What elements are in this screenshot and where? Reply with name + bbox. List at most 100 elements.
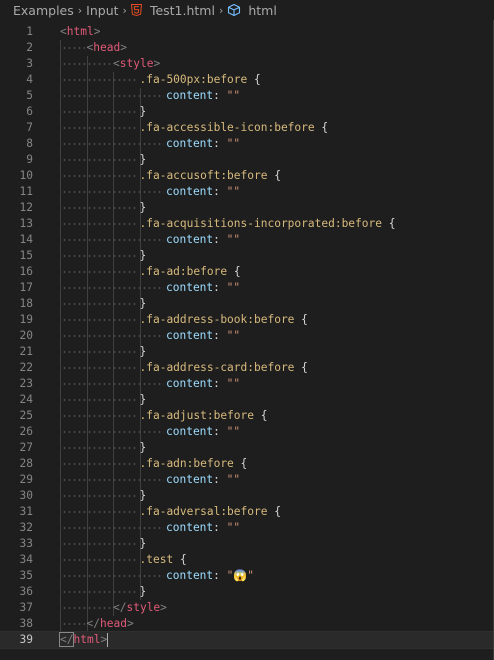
breadcrumb-item-input[interactable]: Input [86,3,118,18]
breadcrumb-item-examples[interactable]: Examples [13,3,74,18]
code-line[interactable]: 18} [0,296,494,312]
whitespace-dots [62,559,138,561]
token-brace: } [139,153,147,166]
token-brace: } [139,585,147,598]
whitespace-dots [62,47,85,49]
code-line[interactable]: 8 content: "" [0,136,494,152]
token-sel: .fa-acquisitions-incorporated:before [139,217,382,230]
token-brace: } [139,345,147,358]
code-text: </style> [113,600,167,616]
code-line[interactable]: 19 .fa-address-book:before { [0,312,494,328]
whitespace-dots [62,111,138,113]
code-line[interactable]: 23 content: "" [0,376,494,392]
code-line[interactable]: 25 .fa-adjust:before { [0,408,494,424]
line-number: 26 [19,425,33,438]
code-line[interactable]: 5 content: "" [0,88,494,104]
line-number: 6 [26,105,33,118]
whitespace-dots [62,239,164,241]
whitespace-dots [62,63,111,65]
token-sel: .fa-address-book:before [139,313,295,326]
code-line[interactable]: 9} [0,152,494,168]
code-line[interactable]: 34 .test { [0,552,494,568]
code-line[interactable]: 33} [0,536,494,552]
code-editor[interactable]: 1 <html> 2 <head> 3 <style> 4 .fa-500px:before … [0,20,494,660]
token-prop: content [166,521,214,534]
token-punc: > [100,633,108,646]
token-plain: : [213,89,227,102]
code-line[interactable]: 6} [0,104,494,120]
code-line[interactable]: 32 content: "" [0,520,494,536]
code-line[interactable]: 27} [0,440,494,456]
code-text: content: "" [166,424,240,440]
whitespace-dots [62,527,164,529]
code-line[interactable]: 14 content: "" [0,232,494,248]
whitespace-dots [62,415,138,417]
token-plain: : [213,185,227,198]
code-line[interactable]: 11 content: "" [0,184,494,200]
token-brace: { [179,553,187,566]
token-sel: .fa-500px:before [139,73,248,86]
token-str: "" [226,329,241,342]
line-number: 14 [19,233,33,246]
line-number: 19 [19,313,33,326]
line-number: 36 [19,585,33,598]
code-text: content: "" [166,232,240,248]
breadcrumb-label-input: Input [86,2,119,18]
line-number: 34 [19,553,33,566]
code-line[interactable]: 30} [0,488,494,504]
code-line[interactable]: 39 </html> [0,631,494,649]
code-line[interactable]: 17 content: "" [0,280,494,296]
code-text: .fa-accessible-icon:before { [140,120,329,136]
code-line[interactable]: 10 .fa-accusoft:before { [0,168,494,184]
code-line[interactable]: 2 <head> [0,40,494,56]
code-text: content: "" [166,184,240,200]
code-line[interactable]: 3 <style> [0,56,494,72]
code-line[interactable]: 21} [0,344,494,360]
token-prop: content [166,137,214,150]
token-punc: > [126,617,134,630]
code-line[interactable]: 16 .fa-ad:before { [0,264,494,280]
token-brace: } [139,201,147,214]
line-number: 28 [19,457,33,470]
token-punc: < [60,25,67,38]
code-line[interactable]: 12} [0,200,494,216]
token-plain: : [213,425,227,438]
line-number: 4 [26,73,33,86]
breadcrumb-item-html-symbol[interactable]: html [227,3,277,18]
line-number: 33 [19,537,33,550]
line-number: 29 [19,473,33,486]
code-line[interactable]: 38 </head> [0,616,494,632]
code-line[interactable]: 26 content: "" [0,424,494,440]
token-sel: .fa-adjust:before [139,409,255,422]
code-line[interactable]: 29 content: "" [0,472,494,488]
breadcrumb-item-file[interactable]: Test1.html [130,3,215,18]
code-text: } [140,104,147,120]
code-line[interactable]: 24} [0,392,494,408]
line-number: 23 [19,377,33,390]
token-brace: } [139,249,147,262]
token-brace: { [240,457,248,470]
code-line[interactable]: 20 content: "" [0,328,494,344]
code-line[interactable]: 35 content: "😱" [0,568,494,584]
token-brace: { [260,409,268,422]
code-line[interactable]: 22 .fa-address-card:before { [0,360,494,376]
code-line[interactable]: 28 .fa-adn:before { [0,456,494,472]
token-sel: .fa-address-card:before [139,361,295,374]
code-line[interactable]: 31 .fa-adversal:before { [0,504,494,520]
code-line[interactable]: 7 .fa-accessible-icon:before { [0,120,494,136]
code-line[interactable]: 37 </style> [0,600,494,616]
code-line[interactable]: 1 <html> [0,24,494,40]
whitespace-dots [62,447,138,449]
token-plain: : [213,521,227,534]
code-text: .fa-address-card:before { [140,360,308,376]
code-line[interactable]: 4 .fa-500px:before { [0,72,494,88]
token-prop: content [166,233,214,246]
token-punc: </ [86,617,100,630]
code-line[interactable]: 13 .fa-acquisitions-incorporated:before { [0,216,494,232]
code-text: } [140,152,147,168]
breadcrumb: Examples › Input › Test1.html › html [0,0,494,20]
code-line[interactable]: 15} [0,248,494,264]
code-line[interactable]: 36} [0,584,494,600]
